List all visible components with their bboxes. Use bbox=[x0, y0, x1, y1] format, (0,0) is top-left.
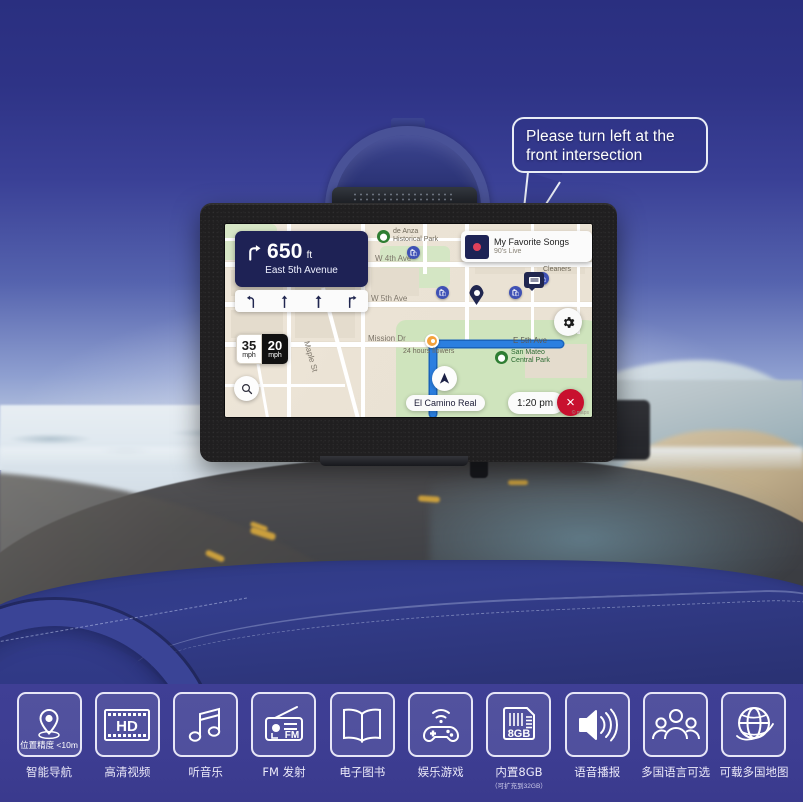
feature-icon-box bbox=[329, 692, 395, 757]
svg-text:8GB: 8GB bbox=[508, 728, 531, 740]
map-label-w4th: W 4th Ave bbox=[375, 254, 412, 263]
current-speed-box: 20 mph bbox=[262, 334, 288, 364]
feature-world-maps[interactable]: 可载多国地图 bbox=[715, 692, 793, 780]
feature-label: 听音乐 bbox=[188, 765, 223, 779]
radio-fm-icon: FM bbox=[264, 705, 303, 741]
feature-ebook[interactable]: 电子图书 bbox=[323, 692, 401, 780]
music-note-icon bbox=[188, 707, 220, 742]
media-title: My Favorite Songs bbox=[494, 237, 570, 247]
feature-icon-box bbox=[408, 692, 474, 757]
svg-text:HD: HD bbox=[116, 718, 138, 735]
map-label-w5th: W 5th Ave bbox=[371, 294, 408, 303]
map-poi-deanza[interactable]: ⬤ bbox=[377, 230, 390, 243]
feature-voice[interactable]: 语音播报 bbox=[558, 692, 636, 780]
accuracy-badge: 位置精度 <10m bbox=[20, 740, 78, 750]
feature-label: 语音播报 bbox=[574, 765, 621, 779]
memory-card-icon: 8GB bbox=[502, 706, 535, 740]
speed-limit-box: 35 mph bbox=[236, 334, 262, 364]
feature-hd-video[interactable]: HD 高清视频 bbox=[88, 692, 166, 780]
eta-pill: 1:20 pm bbox=[508, 392, 565, 414]
straight-arrow-icon[interactable] bbox=[313, 295, 324, 308]
map-poi-label-cleaners: Cleaners bbox=[543, 266, 572, 273]
feature-games[interactable]: 娱乐游戏 bbox=[402, 692, 480, 780]
lane-mark bbox=[508, 480, 528, 485]
media-subtitle: 90's Live bbox=[494, 248, 522, 255]
map-attribution: © maps bbox=[571, 410, 589, 416]
map-poi-label-deanza: de Anza Historical Park bbox=[393, 228, 439, 243]
fork-right-icon[interactable] bbox=[346, 295, 357, 308]
feature-label: 娱乐游戏 bbox=[417, 765, 464, 779]
map-poi-store[interactable]: 🛍 bbox=[436, 286, 449, 299]
device-bottom-port bbox=[320, 456, 468, 466]
feature-icon-box: 位置精度 <10m bbox=[16, 692, 82, 757]
turn-right-arrow-icon bbox=[249, 245, 261, 261]
feature-sublabel: （可扩充到32GB） bbox=[491, 783, 547, 790]
feature-icon-box bbox=[173, 692, 239, 757]
current-speed-unit: mph bbox=[268, 351, 282, 359]
feature-label: 高清视频 bbox=[104, 765, 151, 779]
feature-label: 电子图书 bbox=[339, 765, 386, 779]
gps-screen[interactable]: W 4th Ave W 5th Ave Mission Dr Maple St … bbox=[225, 224, 592, 417]
current-road-pill: El Camino Real bbox=[406, 395, 485, 411]
speed-indicator-group: 35 mph 20 mph bbox=[236, 334, 288, 364]
turn-slight-left-icon[interactable] bbox=[246, 295, 257, 308]
feature-label: 内置8GB bbox=[495, 765, 543, 779]
svg-text:FM: FM bbox=[285, 730, 299, 741]
feature-icon-box bbox=[643, 692, 709, 757]
map-poi-label-flowers: 24 hours flowers bbox=[403, 348, 455, 355]
map-block bbox=[371, 268, 419, 296]
album-art-icon bbox=[465, 234, 489, 259]
straight-arrow-icon[interactable] bbox=[279, 295, 290, 308]
open-book-icon bbox=[343, 708, 382, 743]
feature-languages[interactable]: 多国语言可选 bbox=[637, 692, 715, 780]
feature-label: 智能导航 bbox=[26, 765, 72, 779]
map-poi-store[interactable]: 🛍 bbox=[509, 286, 522, 299]
map-poi-label-sanmateo: San Mateo Central Park bbox=[511, 349, 550, 364]
settings-button[interactable] bbox=[554, 308, 582, 336]
feature-strip: 位置精度 <10m 智能导航 HD 高清视频 听音乐 FM FM 发射 电子图书… bbox=[0, 684, 803, 802]
navigation-instruction-card: 650 ft East 5th Avenue bbox=[235, 231, 368, 287]
search-icon bbox=[241, 383, 252, 394]
map-label-e5th: E 5th Ave bbox=[513, 336, 548, 345]
feature-music[interactable]: 听音乐 bbox=[167, 692, 245, 780]
feature-icon-box bbox=[721, 692, 787, 757]
search-button[interactable] bbox=[234, 376, 259, 401]
feature-fm-transmitter[interactable]: FM FM 发射 bbox=[245, 692, 323, 780]
map-waypoint-pin[interactable] bbox=[425, 334, 439, 348]
globe-icon bbox=[736, 706, 774, 740]
current-speed-value: 20 bbox=[267, 337, 283, 353]
speed-limit-unit: mph bbox=[242, 351, 256, 359]
navigation-distance-row: 650 ft bbox=[246, 240, 312, 264]
map-poi-sanmateo[interactable]: ⬤ bbox=[495, 351, 508, 364]
feature-icon-box: HD bbox=[94, 692, 160, 757]
traffic-sign-icon[interactable] bbox=[524, 272, 544, 291]
product-banner-scene: P R N D S ⏐ ⚠ Please turn left at the fr… bbox=[0, 0, 803, 802]
media-now-playing-card[interactable]: My Favorite Songs 90's Live bbox=[461, 231, 592, 262]
navigation-distance: 650 bbox=[267, 240, 303, 263]
people-group-icon bbox=[651, 708, 700, 739]
map-poi-store[interactable]: 🛍 bbox=[407, 246, 420, 259]
gamepad-wifi-icon bbox=[422, 708, 459, 742]
feature-icon-box: FM bbox=[251, 692, 317, 757]
current-position-button[interactable] bbox=[432, 366, 457, 391]
film-strip-hd-icon: HD bbox=[104, 708, 151, 741]
feature-icon-box: 8GB bbox=[486, 692, 552, 757]
maneuver-lane-bar[interactable] bbox=[235, 290, 368, 312]
speech-bubble: Please turn left at the front intersecti… bbox=[512, 117, 708, 173]
speaker-volume-icon bbox=[579, 708, 619, 741]
speed-limit-value: 35 bbox=[241, 337, 257, 353]
navigation-street-name: East 5th Avenue bbox=[265, 265, 338, 276]
navigation-arrow-icon bbox=[439, 372, 450, 384]
feature-smart-navigation[interactable]: 位置精度 <10m 智能导航 bbox=[10, 692, 88, 780]
map-label-mission: Mission Dr bbox=[368, 334, 406, 343]
feature-icon-box bbox=[564, 692, 630, 757]
map-block bbox=[295, 310, 355, 338]
feature-label: FM 发射 bbox=[262, 765, 306, 779]
feature-label: 可载多国地图 bbox=[719, 765, 789, 779]
feature-storage[interactable]: 8GB 内置8GB （可扩充到32GB） bbox=[480, 692, 558, 790]
map-canvas[interactable]: W 4th Ave W 5th Ave Mission Dr Maple St … bbox=[225, 224, 592, 417]
feature-label: 多国语言可选 bbox=[641, 765, 711, 779]
gear-icon bbox=[563, 316, 574, 328]
navigation-distance-unit: ft bbox=[306, 250, 313, 261]
